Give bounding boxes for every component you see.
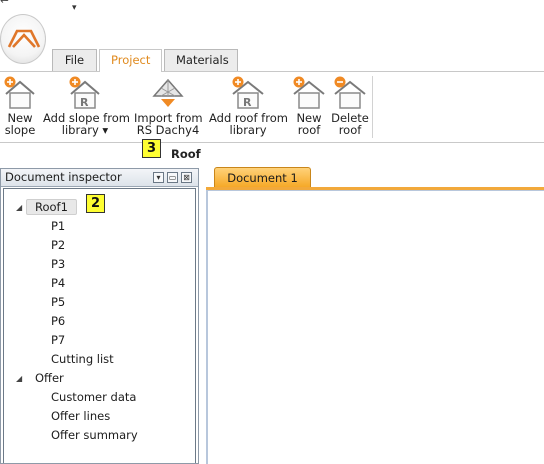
annotation-badge-2: 2 [86, 194, 105, 213]
tree-node-offer-lines[interactable]: Offer lines [51, 409, 110, 423]
tree-node-customer-data[interactable]: Customer data [51, 390, 136, 404]
annotation-badge-3: 3 [142, 139, 161, 158]
panel-menu-button[interactable]: ▾ [153, 172, 164, 183]
tree-node-cutting-list[interactable]: Cutting list [51, 352, 114, 366]
add-slope-from-library-button[interactable]: R Add slope from library ▾ [43, 76, 130, 137]
delete-roof-icon [334, 76, 366, 109]
tree-node-roof1[interactable]: Roof1 [35, 200, 68, 214]
panel-close-button[interactable]: ⊠ [181, 172, 192, 183]
import-label-2: RS Dachy4 [136, 123, 200, 137]
add-slope-icon [4, 76, 35, 109]
tab-project[interactable]: Project [99, 49, 162, 72]
delete-roof-button[interactable]: Delete roof [331, 76, 369, 136]
svg-text:R: R [80, 96, 89, 109]
tree-node-p2[interactable]: P2 [51, 238, 65, 252]
quick-access-dropdown-icon[interactable]: ▾ [72, 3, 77, 13]
ribbon-group-divider [372, 76, 373, 138]
import-icon [152, 78, 184, 107]
close-icon: ⊠ [183, 173, 190, 182]
expand-arrow-icon[interactable]: ◢ [16, 203, 22, 212]
new-slope-button[interactable]: New slope [4, 76, 36, 136]
chevron-down-icon: ▾ [156, 173, 161, 182]
tree-node-p5[interactable]: P5 [51, 295, 65, 309]
tree-node-offer[interactable]: Offer [35, 371, 64, 385]
application-menu-button[interactable] [0, 14, 46, 64]
ribbon-group-label-roof: Roof [171, 147, 201, 161]
library-slope-icon: R [69, 76, 100, 109]
document-canvas[interactable] [206, 190, 544, 464]
new-roof-button[interactable]: New roof [292, 76, 326, 136]
add-roof-icon [293, 76, 325, 109]
tab-file[interactable]: File [52, 49, 97, 71]
new-roof-label-2: roof [297, 123, 321, 137]
panel-minimize-button[interactable]: ▭ [167, 172, 178, 183]
quick-access-undo-icon[interactable]: ↩ [0, 0, 9, 7]
delete-roof-label-2: roof [338, 123, 362, 137]
tree-node-p4[interactable]: P4 [51, 276, 65, 290]
roof-logo-icon [7, 29, 41, 48]
tree-node-p6[interactable]: P6 [51, 314, 65, 328]
tree-node-offer-summary[interactable]: Offer summary [51, 428, 138, 442]
tree-node-p7[interactable]: P7 [51, 333, 65, 347]
add-roof-label-2: library [229, 123, 267, 137]
ribbon-panel: New slope R Add slope from library ▾ Imp… [0, 71, 544, 143]
library-roof-icon: R [232, 76, 264, 109]
add-slope-label-2: library ▾ [61, 123, 109, 137]
svg-text:R: R [243, 96, 252, 109]
tree-node-p1[interactable]: P1 [51, 219, 65, 233]
minimize-icon: ▭ [168, 173, 177, 182]
add-roof-from-library-button[interactable]: R Add roof from library [209, 76, 288, 137]
import-from-rs-dachy4-button[interactable]: Import from RS Dachy4 [134, 76, 203, 137]
tree-node-p3[interactable]: P3 [51, 257, 65, 271]
tab-materials[interactable]: Materials [164, 49, 238, 71]
new-slope-label-2: slope [4, 123, 36, 137]
expand-arrow-icon[interactable]: ◢ [16, 374, 22, 383]
document-inspector-header: Document inspector ▾ ▭ ⊠ [1, 169, 198, 187]
tab-document-1[interactable]: Document 1 [214, 167, 311, 188]
document-inspector-title: Document inspector [5, 170, 122, 184]
